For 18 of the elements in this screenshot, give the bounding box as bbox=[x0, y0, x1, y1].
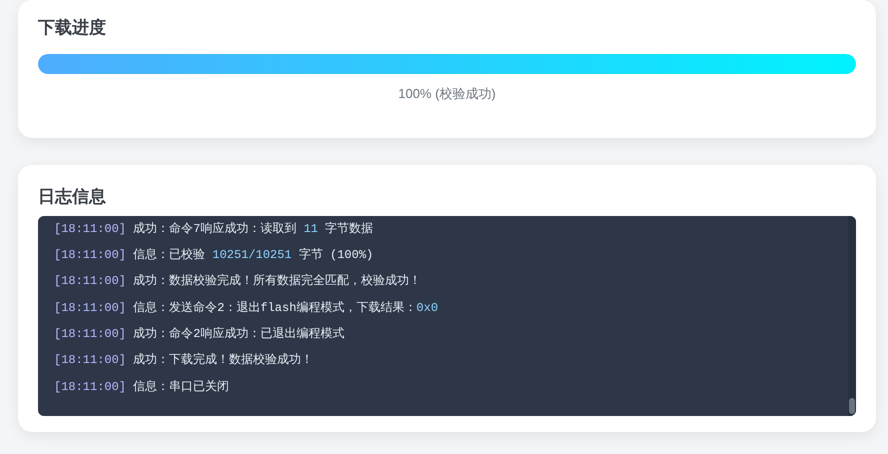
log-timestamp: [18:11:00] bbox=[54, 248, 126, 262]
log-message: 成功：下载完成！数据校验成功！ bbox=[133, 353, 314, 368]
progress-caption: 100% (校验成功) bbox=[398, 86, 496, 102]
log-timestamp: [18:11:00] bbox=[54, 222, 126, 236]
card-title: 下载进度 bbox=[38, 18, 107, 38]
log-timestamp: [18:11:00] bbox=[54, 326, 126, 341]
log-message: 信息：已校验 10251/10251 字节 (100%) bbox=[133, 248, 374, 262]
log-timestamp: [18:11:00] bbox=[54, 353, 126, 368]
log-timestamp: [18:11:00] bbox=[54, 300, 126, 315]
log-message: 成功：命令7响应成功：读取到 11 字节数据 bbox=[133, 222, 374, 236]
log-message: 信息：串口已关闭 bbox=[133, 380, 230, 394]
scrollbar-thumb[interactable] bbox=[849, 398, 855, 414]
log-message: 信息：发送命令2：退出flash编程模式，下载结果：0x0 bbox=[133, 300, 438, 315]
log-timestamp: [18:11:00] bbox=[54, 274, 126, 288]
card-title: 日志信息 bbox=[38, 187, 107, 208]
log-message: 成功：数据校验完成！所有数据完全匹配，校验成功！ bbox=[133, 274, 422, 288]
log-timestamp: [18:11:00] bbox=[54, 380, 126, 394]
log-message: 成功：命令2响应成功：已退出编程模式 bbox=[133, 326, 344, 341]
